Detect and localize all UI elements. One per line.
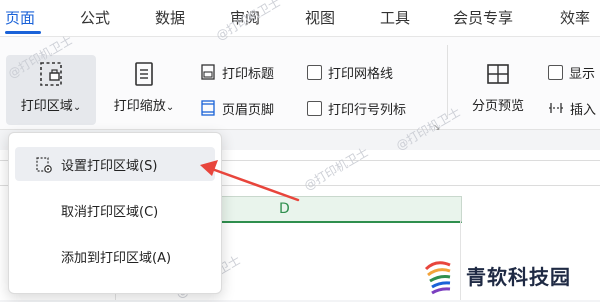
- brand-logo: 青软科技园: [420, 254, 598, 296]
- brand-logo-text: 青软科技园: [466, 264, 571, 289]
- brand-logo-icon: [424, 261, 451, 295]
